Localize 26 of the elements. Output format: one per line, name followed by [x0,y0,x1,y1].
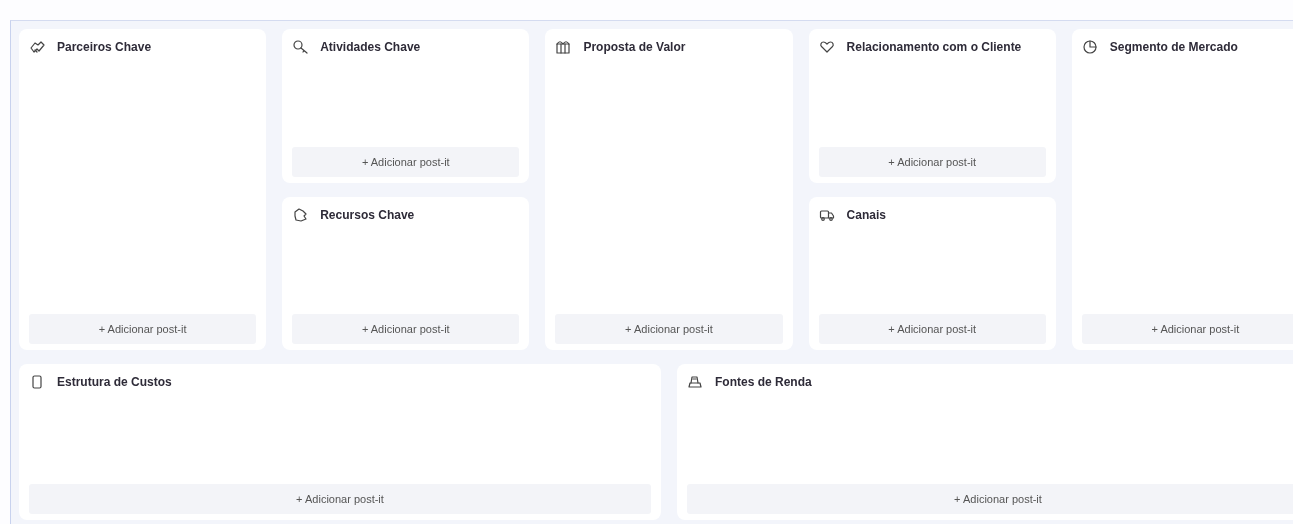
card-title: Estrutura de Custos [57,374,172,390]
card-title: Recursos Chave [320,207,415,223]
handshake-icon [29,39,45,55]
add-post-it-button[interactable]: + Adicionar post-it [555,314,783,344]
card-title: Atividades Chave [320,39,421,55]
heart-icon [818,39,835,55]
add-post-it-button[interactable]: + Adicionar post-it [1081,314,1293,344]
add-post-it-button[interactable]: + Adicionar post-it [292,147,520,177]
add-post-it-button[interactable]: + Adicionar post-it [292,314,520,344]
add-post-it-button[interactable]: + Adicionar post-it [818,314,1046,344]
add-post-it-button[interactable]: + Adicionar post-it [818,147,1046,177]
card-title: Relacionamento com o Cliente [846,39,1022,55]
add-post-it-button[interactable]: + Adicionar post-it [29,484,651,514]
add-post-it-button[interactable]: + Adicionar post-it [29,314,257,344]
card-title: Parceiros Chave [57,39,152,55]
key-icon [292,39,309,55]
cash-register-icon [687,374,703,390]
card-title: Proposta de Valor [583,39,686,55]
phone-outline-icon [29,374,45,390]
card-title: Fontes de Renda [715,374,812,390]
truck-icon [818,207,835,223]
pie-chart-icon [1081,39,1098,55]
gift-icon [555,39,572,55]
card-title: Canais [846,207,886,223]
add-post-it-button[interactable]: + Adicionar post-it [687,484,1293,514]
card-title: Segmento de Mercado [1109,39,1238,55]
